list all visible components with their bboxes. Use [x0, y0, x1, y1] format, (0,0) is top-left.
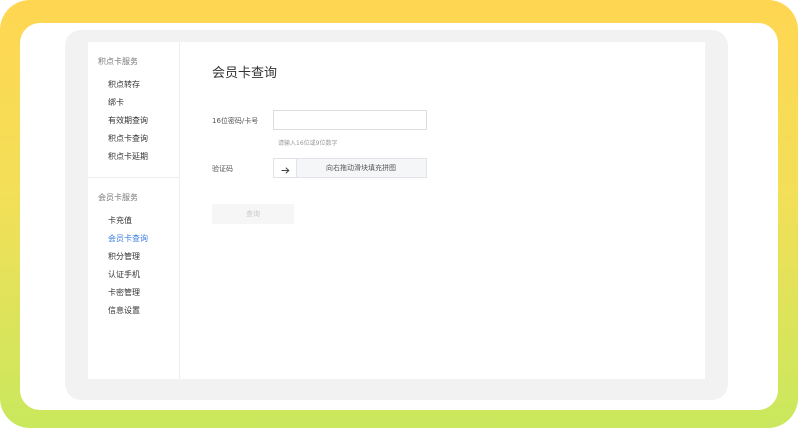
sidebar: 积点卡服务 积点转存 绑卡 有效期查询 积点卡查询 积点卡延期 会员卡服务 卡充…	[88, 42, 180, 379]
query-button[interactable]: 查询	[212, 204, 294, 224]
sidebar-item-card-password-management[interactable]: 卡密管理	[108, 287, 140, 298]
captcha-label: 验证码	[212, 165, 233, 173]
sidebar-heading-member-card: 会员卡服务	[98, 193, 138, 202]
sidebar-item-points-card-extend[interactable]: 积点卡延期	[108, 151, 148, 162]
sidebar-item-info-settings[interactable]: 信息设置	[108, 305, 140, 316]
captcha-slider[interactable]: 向右拖动滑块填充拼图	[273, 158, 427, 178]
sidebar-item-points-card-query[interactable]: 积点卡查询	[108, 133, 148, 144]
page-title: 会员卡查询	[212, 66, 278, 81]
page-content: 积点卡服务 积点转存 绑卡 有效期查询 积点卡查询 积点卡延期 会员卡服务 卡充…	[88, 42, 705, 379]
slider-handle[interactable]	[274, 159, 297, 177]
sidebar-item-points-management[interactable]: 积分管理	[108, 251, 140, 262]
sidebar-divider	[88, 177, 180, 178]
slider-instruction: 向右拖动滑块填充拼图	[326, 164, 396, 172]
sidebar-heading-points-card: 积点卡服务	[98, 57, 138, 66]
sidebar-item-verify-phone[interactable]: 认证手机	[108, 269, 140, 280]
card-number-label: 16位密码/卡号	[212, 117, 259, 125]
arrow-right-icon	[281, 159, 290, 178]
main-panel: 会员卡查询 16位密码/卡号 请输入16位或9位数字 验证码 向右拖动滑块填充拼…	[180, 42, 705, 379]
sidebar-item-member-card-query[interactable]: 会员卡查询	[108, 233, 148, 244]
sidebar-item-card-recharge[interactable]: 卡充值	[108, 215, 132, 226]
sidebar-item-validity-query[interactable]: 有效期查询	[108, 115, 148, 126]
sidebar-item-bind-card[interactable]: 绑卡	[108, 97, 124, 108]
card-number-input[interactable]	[273, 110, 427, 130]
card-number-hint: 请输入16位或9位数字	[278, 140, 338, 147]
sidebar-item-points-transfer[interactable]: 积点转存	[108, 79, 140, 90]
